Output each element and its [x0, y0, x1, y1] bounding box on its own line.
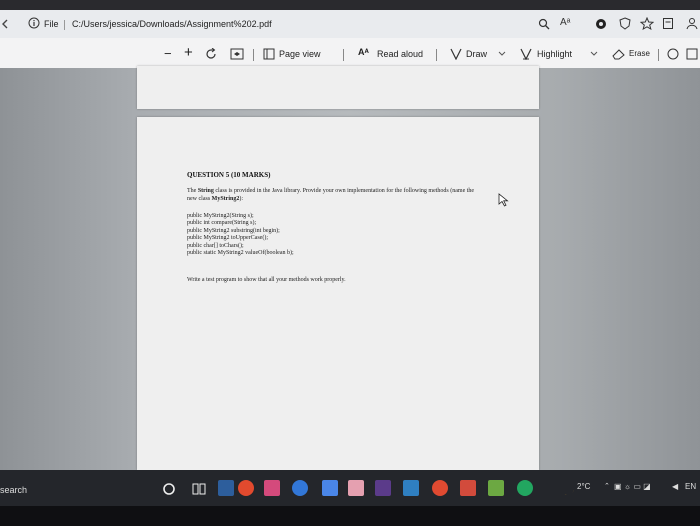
toolbar-divider — [436, 49, 437, 61]
chevron-down-icon[interactable] — [498, 51, 506, 57]
info-icon[interactable] — [28, 17, 40, 29]
pdf-toolbar: − + Page view Aᴬ Read aloud Draw Highlig… — [0, 38, 700, 69]
language-indicator[interactable]: EN — [685, 482, 696, 491]
add-text-icon[interactable] — [667, 48, 679, 60]
extension-icon[interactable] — [595, 18, 607, 30]
read-mode-icon[interactable]: Aᵃ — [560, 17, 570, 28]
refresh-shield-icon[interactable] — [619, 17, 631, 30]
method-item: public static MyString2 valueOf(boolean … — [187, 250, 294, 257]
volume-icon[interactable]: ◀ — [672, 482, 678, 491]
method-item: public char[] toChars(); — [187, 242, 244, 249]
draw-pen-icon — [450, 48, 462, 60]
app-icon[interactable] — [517, 480, 533, 496]
profile-icon[interactable] — [686, 17, 698, 30]
toolbar-divider — [658, 49, 659, 61]
toolbar-divider — [343, 49, 344, 61]
chrome-icon[interactable] — [238, 480, 254, 496]
read-aloud-icon: Aᴬ — [358, 47, 369, 57]
taskbar-search[interactable]: search — [0, 485, 27, 495]
question-title: QUESTION 5 (10 MARKS) — [187, 171, 271, 179]
read-aloud-button[interactable]: Read aloud — [377, 49, 423, 59]
eraser-icon — [612, 49, 625, 60]
url-text[interactable]: C:/Users/jessica/Downloads/Assignment%20… — [72, 19, 272, 29]
intro-prefix: The — [187, 188, 197, 194]
zoom-icon[interactable] — [538, 18, 550, 30]
favorite-star-icon[interactable] — [640, 17, 654, 30]
intro-class-name: MyString2 — [211, 196, 240, 202]
window-titlebar — [0, 0, 700, 10]
closing-instruction: Write a test program to show that all yo… — [187, 277, 346, 283]
app-icon[interactable] — [460, 480, 476, 496]
question-intro: The String class is provided in the Java… — [187, 187, 477, 203]
draw-button[interactable]: Draw — [466, 49, 487, 59]
pdf-page: QUESTION 5 (10 MARKS) The String class i… — [137, 117, 539, 470]
highlight-button[interactable]: Highlight — [537, 49, 572, 59]
screen-bezel — [0, 506, 700, 526]
previous-page — [137, 66, 539, 109]
app-icon[interactable] — [322, 480, 338, 496]
save-icon[interactable] — [686, 48, 698, 60]
intro-suffix: ): — [239, 196, 244, 202]
tray-icons[interactable]: ▣ ☼ ▭ ◪ — [614, 482, 651, 491]
tray-chevron-icon[interactable]: ⌃ — [604, 482, 610, 490]
zoom-out-button[interactable]: − — [164, 46, 172, 61]
task-view-icon[interactable] — [192, 482, 206, 496]
chevron-down-icon[interactable] — [590, 51, 598, 57]
collections-icon[interactable] — [662, 17, 674, 30]
pdf-viewer[interactable]: QUESTION 5 (10 MARKS) The String class i… — [0, 66, 700, 470]
mouse-cursor-icon — [498, 193, 509, 207]
page-view-button[interactable]: Page view — [279, 49, 321, 59]
address-divider — [64, 20, 65, 30]
app-icon[interactable] — [348, 480, 364, 496]
file-label: File — [44, 19, 59, 29]
app-icon[interactable] — [403, 480, 419, 496]
weather-icon[interactable] — [558, 479, 574, 495]
rotate-icon[interactable] — [205, 48, 217, 60]
toolbar-divider — [253, 49, 254, 61]
method-item: public MyString2 toUpperCase(); — [187, 235, 268, 242]
app-icon[interactable] — [432, 480, 448, 496]
onenote-icon[interactable] — [375, 480, 391, 496]
edge-icon[interactable] — [292, 480, 308, 496]
method-list: public MyString2(String s); public int c… — [187, 213, 467, 257]
back-icon[interactable] — [1, 19, 9, 29]
intro-string-class: String — [197, 188, 214, 194]
zoom-in-button[interactable]: + — [184, 44, 193, 61]
highlighter-icon — [520, 48, 532, 60]
weather-temp[interactable]: 2°C — [577, 482, 590, 491]
fit-page-icon[interactable] — [230, 48, 244, 60]
app-icon[interactable] — [264, 480, 280, 496]
app-icon[interactable] — [488, 480, 504, 496]
method-item: public int compare(String s); — [187, 220, 257, 227]
app-icon[interactable] — [218, 480, 234, 496]
cortana-icon[interactable] — [162, 482, 176, 496]
erase-button[interactable]: Erase — [629, 49, 650, 58]
address-bar[interactable]: File C:/Users/jessica/Downloads/Assignme… — [0, 10, 700, 38]
page-view-icon — [263, 48, 275, 60]
